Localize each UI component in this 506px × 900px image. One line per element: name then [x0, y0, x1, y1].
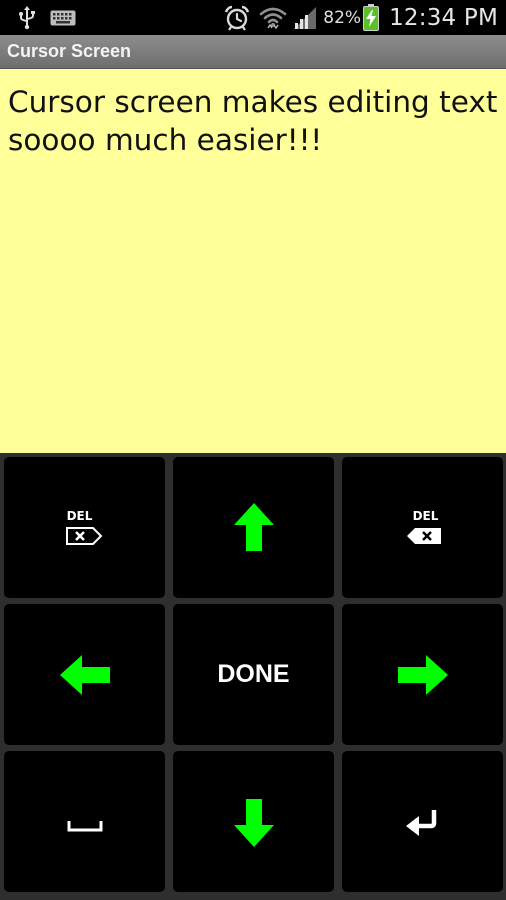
alarm-icon — [224, 5, 250, 31]
wifi-icon — [259, 5, 287, 31]
delete-forward-icon: DEL — [65, 509, 105, 547]
keyboard-icon — [50, 10, 76, 26]
space-icon — [67, 820, 102, 831]
backspace-label: DEL — [412, 508, 439, 523]
enter-button[interactable] — [342, 751, 503, 892]
delete-forward-button[interactable]: DEL — [4, 457, 165, 598]
arrow-right-icon — [397, 654, 448, 695]
done-button[interactable]: DONE — [173, 604, 334, 745]
status-bar: 82% 12:34 PM — [0, 0, 506, 35]
backspace-button[interactable]: DEL — [342, 457, 503, 598]
cursor-screen-app: 82% 12:34 PM Cursor Screen Cursor screen… — [0, 0, 506, 900]
arrow-down-icon — [233, 798, 274, 847]
cursor-keypad: DEL DEL DONE — [0, 453, 506, 900]
signal-icon — [293, 6, 317, 30]
done-label: DONE — [217, 660, 290, 688]
app-title: Cursor Screen — [7, 41, 132, 61]
cursor-left-button[interactable] — [4, 604, 165, 745]
battery-charging-icon — [363, 4, 380, 31]
title-bar: Cursor Screen — [0, 35, 506, 69]
arrow-up-icon — [233, 502, 274, 551]
space-button[interactable] — [4, 751, 165, 892]
text-editor[interactable]: Cursor screen makes editing text soooo m… — [0, 69, 506, 453]
arrow-left-icon — [59, 654, 110, 695]
cursor-right-button[interactable] — [342, 604, 503, 745]
status-bar-notifications — [0, 0, 76, 35]
usb-icon — [17, 5, 37, 30]
enter-icon — [405, 809, 436, 836]
battery-percent: 82% — [323, 7, 362, 28]
cursor-up-button[interactable] — [173, 457, 334, 598]
status-bar-system: 82% 12:34 PM — [224, 0, 498, 35]
status-bar-clock: 12:34 PM — [389, 4, 498, 31]
backspace-icon: DEL — [403, 509, 443, 547]
delete-forward-label: DEL — [66, 508, 93, 523]
cursor-down-button[interactable] — [173, 751, 334, 892]
editor-text: Cursor screen makes editing text soooo m… — [8, 85, 498, 157]
